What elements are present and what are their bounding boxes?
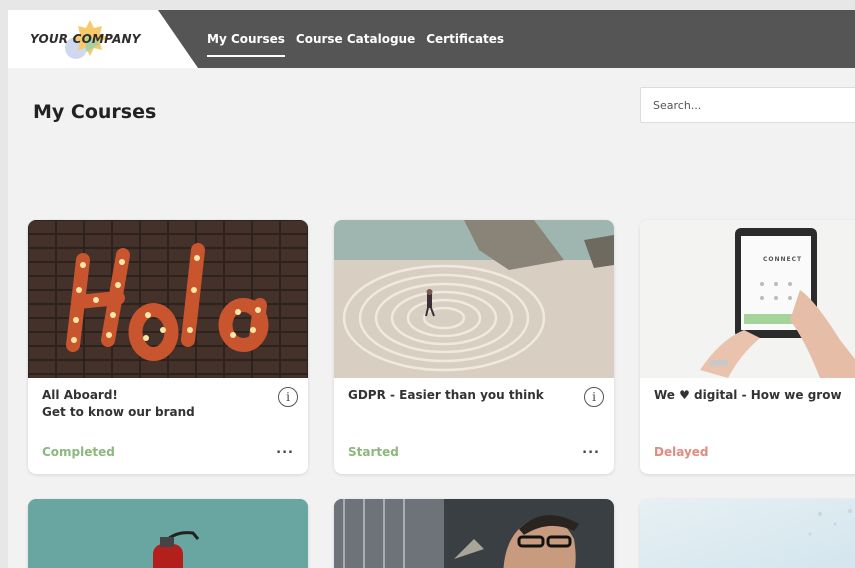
course-image-light-sky xyxy=(640,499,855,568)
nav-certificates[interactable]: Certificates xyxy=(426,10,504,68)
top-navigation-bar: YOUR COMPANY My Courses Course Catalogue… xyxy=(8,10,855,68)
main-nav: My Courses Course Catalogue Certificates xyxy=(207,10,515,68)
course-title-line1: All Aboard! xyxy=(42,388,118,402)
course-title-line1: GDPR - Easier than you think xyxy=(348,388,544,402)
course-card-gdpr[interactable]: GDPR - Easier than you think i Started .… xyxy=(334,220,614,474)
company-logo[interactable]: YOUR COMPANY xyxy=(8,10,198,68)
search-input[interactable] xyxy=(640,87,855,123)
course-card-row2-2[interactable] xyxy=(334,499,614,568)
course-image-man-with-glasses xyxy=(334,499,614,568)
course-status: Started xyxy=(348,445,399,459)
nav-course-catalogue[interactable]: Course Catalogue xyxy=(296,10,415,68)
course-title: GDPR - Easier than you think xyxy=(348,387,568,404)
course-card-row2-1[interactable] xyxy=(28,499,308,568)
course-card-row2-3[interactable] xyxy=(640,499,855,568)
app-frame: YOUR COMPANY My Courses Course Catalogue… xyxy=(8,10,855,568)
info-icon[interactable]: i xyxy=(584,387,604,407)
course-title: We ♥ digital - How we grow xyxy=(654,387,855,404)
tablet-screen-text: CONNECT xyxy=(763,256,803,263)
course-card-all-aboard[interactable]: All Aboard! Get to know our brand i Comp… xyxy=(28,220,308,474)
course-image-tablet-connect: CONNECT xyxy=(640,220,855,378)
course-status: Completed xyxy=(42,445,115,459)
logo-text: YOUR COMPANY xyxy=(30,32,141,46)
course-title-line1: We ♥ digital - How we grow xyxy=(654,388,842,402)
nav-my-courses[interactable]: My Courses xyxy=(207,10,285,68)
info-icon[interactable]: i xyxy=(278,387,298,407)
course-status: Delayed xyxy=(654,445,709,459)
page-title: My Courses xyxy=(33,101,157,123)
course-card-we-love-digital[interactable]: CONNECT We ♥ digital - How we grow Delay… xyxy=(640,220,855,474)
course-title-line2: Get to know our brand xyxy=(42,405,195,419)
course-image-fire-extinguisher xyxy=(28,499,308,568)
more-options-icon[interactable]: ... xyxy=(582,442,600,457)
course-image-beach-labyrinth xyxy=(334,220,614,378)
course-title: All Aboard! Get to know our brand xyxy=(42,387,262,421)
course-image-hola-sign xyxy=(28,220,308,378)
more-options-icon[interactable]: ... xyxy=(276,442,294,457)
